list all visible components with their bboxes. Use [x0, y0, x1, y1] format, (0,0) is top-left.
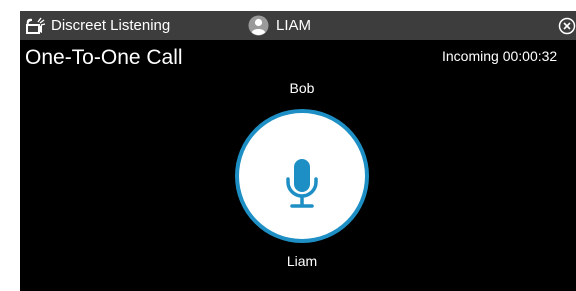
- call-window: Discreet Listening LIAM One-To-One Call …: [20, 11, 576, 291]
- current-user-name: LIAM: [276, 17, 312, 34]
- microphone-button[interactable]: [233, 107, 371, 245]
- call-status-timer: Incoming 00:00:32: [442, 48, 558, 64]
- remote-party-name: Bob: [289, 80, 315, 96]
- close-icon[interactable]: [558, 17, 576, 35]
- local-party-name: Liam: [286, 253, 318, 269]
- app-title: Discreet Listening: [51, 17, 171, 34]
- call-type-label: One-To-One Call: [25, 46, 183, 69]
- discreet-listening-icon: [26, 17, 46, 34]
- user-avatar-icon: [248, 15, 269, 36]
- title-bar: Discreet Listening LIAM: [20, 11, 576, 40]
